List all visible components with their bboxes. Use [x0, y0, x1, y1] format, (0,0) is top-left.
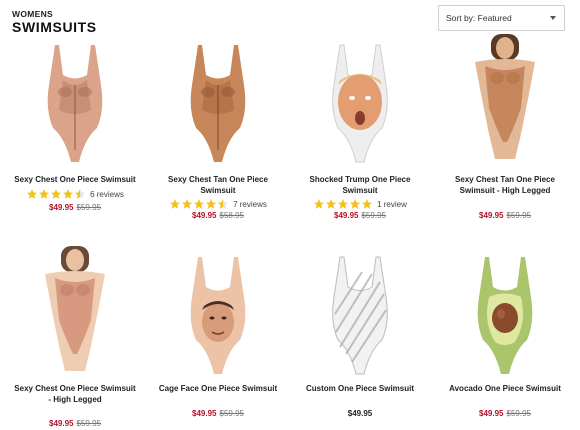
original-price: $59.95 [506, 409, 531, 418]
star-icon [39, 189, 50, 199]
rating: 1 review [290, 198, 430, 210]
tan-chest-swimsuit-image[interactable] [168, 40, 268, 165]
original-price: $59.95 [506, 211, 531, 220]
product-card[interactable]: Custom One Piece Swimsuit $49.95 [290, 252, 430, 430]
price: $49.95 $59.95 [435, 211, 575, 220]
model-chest-swimsuit-image[interactable] [25, 246, 125, 371]
breadcrumb[interactable]: WOMENS [12, 9, 53, 19]
product-card[interactable]: Shocked Trump One Piece Swimsuit 1 revie… [290, 40, 430, 220]
star-icon [182, 199, 193, 209]
star-rating [313, 198, 373, 210]
product-name[interactable]: Sexy Chest Tan One Piece Swimsuit - High… [435, 174, 575, 196]
sale-price: $49.95 [192, 409, 217, 418]
review-count[interactable]: 6 reviews [90, 190, 124, 199]
sale-price: $49.95 [479, 211, 504, 220]
custom-text-swimsuit-image[interactable] [310, 252, 410, 377]
star-icon [362, 199, 373, 209]
review-count[interactable]: 7 reviews [233, 200, 267, 209]
product-card[interactable]: Sexy Chest One Piece Swimsuit 6 reviews … [5, 40, 145, 220]
model-tan-swimsuit-image[interactable] [455, 34, 555, 159]
sort-dropdown[interactable]: Sort by: Featured [438, 5, 565, 31]
original-price: $59.95 [361, 211, 386, 220]
price: $49.95 $58.95 [148, 211, 288, 220]
avocado-swimsuit-image[interactable] [455, 252, 555, 377]
product-name[interactable]: Cage Face One Piece Swimsuit [148, 383, 288, 394]
sale-price: $49.95 [49, 203, 74, 212]
star-rating [26, 188, 86, 200]
product-name[interactable]: Shocked Trump One Piece Swimsuit [290, 174, 430, 196]
product-name[interactable]: Sexy Chest One Piece Swimsuit - High Leg… [5, 383, 145, 405]
star-icon [51, 189, 62, 199]
original-price: $58.95 [219, 211, 244, 220]
original-price: $59.95 [76, 203, 101, 212]
star-half-icon [75, 189, 86, 199]
price: $49.95 $59.95 [5, 203, 145, 212]
page-title: SWIMSUITS [12, 19, 97, 35]
product-card[interactable]: Cage Face One Piece Swimsuit $49.95 $59.9… [148, 252, 288, 430]
star-icon [27, 189, 38, 199]
review-count[interactable]: 1 review [377, 200, 407, 209]
star-icon [314, 199, 325, 209]
star-icon [338, 199, 349, 209]
face-print-swimsuit-image[interactable] [310, 40, 410, 165]
price: $49.95 $59.95 [290, 211, 430, 220]
product-name[interactable]: Sexy Chest One Piece Swimsuit [5, 174, 145, 185]
face-print-swimsuit-image[interactable] [168, 252, 268, 377]
sale-price: $49.95 [479, 409, 504, 418]
star-icon [170, 199, 181, 209]
sale-price: $49.95 [49, 419, 74, 428]
product-card[interactable]: Avocado One Piece Swimsuit $49.95 $59.95 [435, 252, 575, 430]
star-icon [194, 199, 205, 209]
original-price: $59.95 [76, 419, 101, 428]
price-value: $49.95 [347, 409, 373, 418]
star-half-icon [218, 199, 229, 209]
sale-price: $49.95 [334, 211, 359, 220]
price: $49.95 [290, 409, 430, 418]
product-name[interactable]: Sexy Chest Tan One Piece Swimsuit [148, 174, 288, 196]
rating: 7 reviews [148, 198, 288, 210]
sale-price: $49.95 [192, 211, 217, 220]
price: $49.95 $59.95 [148, 409, 288, 418]
rating: 6 reviews [5, 188, 145, 200]
product-name[interactable]: Avocado One Piece Swimsuit [435, 383, 575, 394]
star-icon [63, 189, 74, 199]
chevron-down-icon [550, 16, 556, 20]
product-card[interactable]: Sexy Chest Tan One Piece Swimsuit - High… [435, 34, 575, 220]
hairy-chest-swimsuit-image[interactable] [25, 40, 125, 165]
star-icon [350, 199, 361, 209]
original-price: $59.95 [219, 409, 244, 418]
product-name[interactable]: Custom One Piece Swimsuit [290, 383, 430, 394]
price: $49.95 $59.95 [435, 409, 575, 418]
sort-label: Sort by: Featured [446, 13, 512, 23]
price: $49.95 $59.95 [5, 419, 145, 428]
star-rating [169, 198, 229, 210]
product-card[interactable]: Sexy Chest Tan One Piece Swimsuit 7 revi… [148, 40, 288, 220]
star-icon [206, 199, 217, 209]
star-icon [326, 199, 337, 209]
product-card[interactable]: Sexy Chest One Piece Swimsuit - High Leg… [5, 246, 145, 430]
